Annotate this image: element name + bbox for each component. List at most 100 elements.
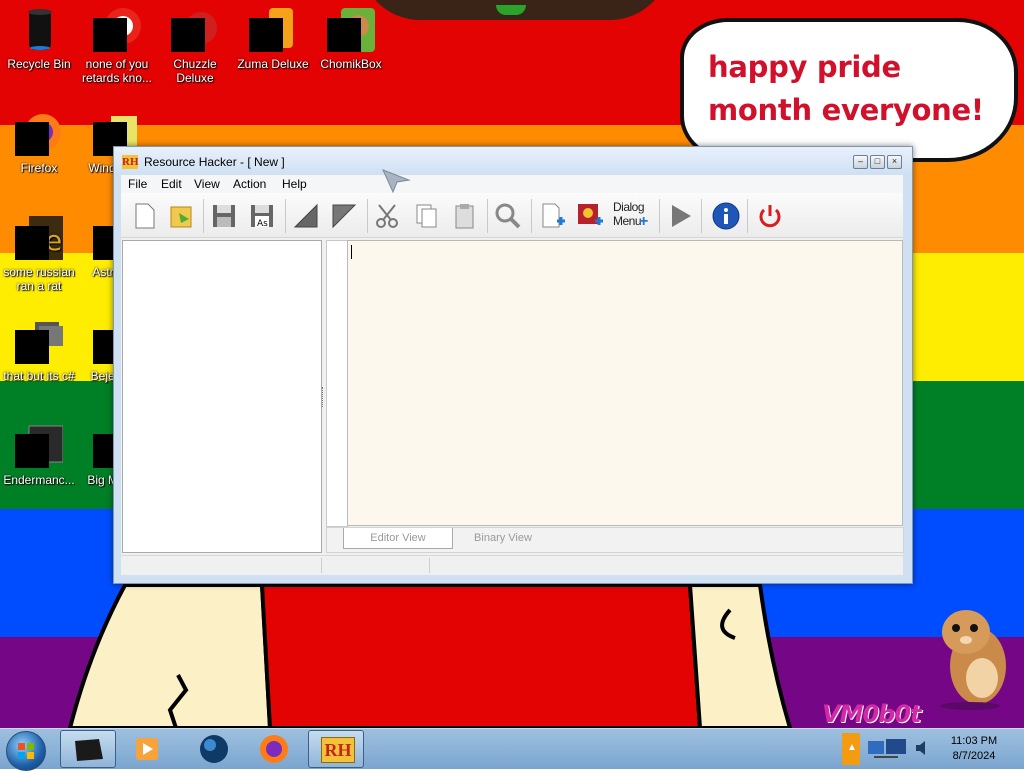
line-number-gutter — [326, 240, 348, 527]
copy-icon — [416, 204, 437, 228]
toolbar-separator — [747, 199, 748, 233]
new-file-icon — [135, 203, 155, 229]
clock-date: 8/7/2024 — [952, 750, 996, 762]
menu-help[interactable]: Help — [282, 177, 307, 191]
menu-action[interactable]: Action — [233, 177, 266, 191]
status-bar — [121, 555, 903, 575]
taskbar-app-globe[interactable] — [186, 730, 242, 768]
desktop-icon-endermanch[interactable]: Endermanc... — [0, 422, 78, 487]
paste-button[interactable] — [449, 201, 479, 231]
resource-tree-panel[interactable] — [122, 240, 322, 553]
dialog-menu-button[interactable]: Dialog Menu + — [613, 200, 653, 231]
taskbar-app-chomikbox[interactable] — [60, 730, 116, 768]
add-image-button[interactable] — [575, 201, 605, 231]
save-as-button[interactable]: As — [247, 201, 277, 231]
desktop-icon-label: Firefox — [20, 161, 58, 175]
status-divider — [429, 558, 430, 573]
volume-tray-icon[interactable] — [914, 739, 930, 757]
panel-splitter[interactable] — [321, 240, 325, 551]
add-plus-icon: + — [639, 213, 649, 230]
run-script-button[interactable] — [665, 201, 695, 231]
close-button[interactable]: × — [887, 155, 902, 169]
desktop-icon-label: that but its c# — [3, 369, 75, 383]
start-button[interactable] — [6, 731, 46, 771]
desktop-icon-chuzzle-deluxe[interactable]: Chuzzle Deluxe — [156, 6, 234, 85]
desktop-icon-label: Recycle Bin — [7, 57, 71, 71]
window-client-area: File Edit View Action Help As Dialog Men… — [121, 175, 904, 575]
resource-hacker-window: RH Resource Hacker - [ New ] – □ × File … — [113, 146, 913, 584]
add-blank-resource-icon — [542, 203, 565, 228]
tab-binary-view[interactable]: Binary View — [455, 528, 551, 548]
chuzzle-icon — [171, 6, 219, 54]
app-icon: RH — [122, 155, 139, 169]
toolbar-separator — [531, 199, 532, 233]
taskbar: RH ▲ 11:03 PM 8/7/2024 — [0, 728, 1024, 771]
add-image-icon — [578, 204, 603, 225]
caret-up-icon: ▲ — [847, 742, 857, 753]
close-icon: × — [891, 156, 898, 166]
paste-icon — [455, 204, 474, 229]
save-button[interactable] — [209, 201, 239, 231]
taskbar-app-resource-hacker[interactable]: RH — [308, 730, 364, 768]
arrow-up-right-icon — [332, 204, 357, 229]
menu-label: Menu — [613, 214, 642, 228]
hamster-image — [940, 610, 1006, 710]
network-tray-icon[interactable] — [866, 736, 910, 762]
arrow-down-left-icon — [293, 203, 318, 228]
desktop-icon-that-but-its-csharp[interactable]: that but its c# — [0, 318, 78, 383]
desktop-icon-chomikbox[interactable]: ChomikBox — [312, 6, 390, 71]
globe-icon — [200, 735, 228, 763]
dialog-label: Dialog — [613, 200, 645, 214]
exit-button[interactable] — [755, 201, 785, 231]
mouse-pointer-icon — [382, 169, 411, 194]
clock-time: 11:03 PM — [950, 735, 998, 747]
endermanch-icon — [15, 422, 64, 470]
maximize-icon: □ — [874, 156, 881, 166]
open-file-button[interactable] — [167, 201, 197, 231]
taskbar-app-media-player[interactable] — [120, 730, 176, 768]
taskbar-app-firefox[interactable] — [246, 730, 302, 768]
menu-bar: File Edit View Action Help — [121, 175, 903, 193]
title-bar[interactable]: RH Resource Hacker - [ New ] – □ × — [114, 147, 912, 175]
desktop-icon-some-russian[interactable]: e some russian ran a rat — [0, 214, 78, 293]
show-hidden-icons-button[interactable]: ▲ — [842, 733, 860, 765]
desktop-icon-censored-file[interactable]: none of you retards kno... — [78, 6, 156, 85]
add-resource-button[interactable] — [537, 201, 567, 231]
minimize-icon: – — [857, 156, 863, 166]
copy-button[interactable] — [411, 201, 441, 231]
maximize-button[interactable]: □ — [870, 155, 885, 169]
desktop-icon-label: ChomikBox — [320, 57, 382, 71]
menu-file[interactable]: File — [128, 177, 147, 191]
info-icon — [712, 202, 740, 230]
minimize-button[interactable]: – — [853, 155, 868, 169]
speech-bubble-text: happy pride month everyone! — [708, 50, 984, 127]
toolbar-separator — [203, 199, 204, 233]
desktop-icon-label: Endermanc... — [3, 473, 75, 487]
taskbar-clock[interactable]: 11:03 PM 8/7/2024 — [934, 734, 1014, 764]
script-editor[interactable] — [347, 240, 903, 526]
desktop-icon-zuma-deluxe[interactable]: Zuma Deluxe — [234, 6, 312, 71]
power-icon — [759, 205, 781, 228]
export-button[interactable] — [329, 201, 359, 231]
menu-view[interactable]: View — [194, 177, 220, 191]
new-file-button[interactable] — [129, 201, 159, 231]
windows-stack-icon — [15, 318, 63, 366]
grip-icon — [322, 387, 325, 407]
firefox-icon — [15, 110, 63, 158]
toolbar-separator — [487, 199, 488, 233]
find-button[interactable] — [493, 201, 523, 231]
about-button[interactable] — [711, 201, 741, 231]
cut-button[interactable] — [373, 201, 403, 231]
tab-editor-view[interactable]: Editor View — [343, 528, 453, 549]
censored-app-icon — [93, 6, 141, 54]
recycle-bin-icon — [15, 6, 63, 54]
desktop-icon-firefox[interactable]: Firefox — [0, 110, 78, 175]
desktop-icon-label: some russian ran a rat — [3, 265, 75, 293]
firefox-icon — [260, 735, 288, 763]
menu-edit[interactable]: Edit — [161, 177, 182, 191]
chomikbox-icon — [327, 6, 375, 54]
compile-button[interactable] — [291, 201, 321, 231]
scissors-icon — [376, 204, 398, 228]
desktop-icon-recycle-bin[interactable]: Recycle Bin — [0, 6, 78, 71]
media-player-icon — [136, 738, 158, 760]
